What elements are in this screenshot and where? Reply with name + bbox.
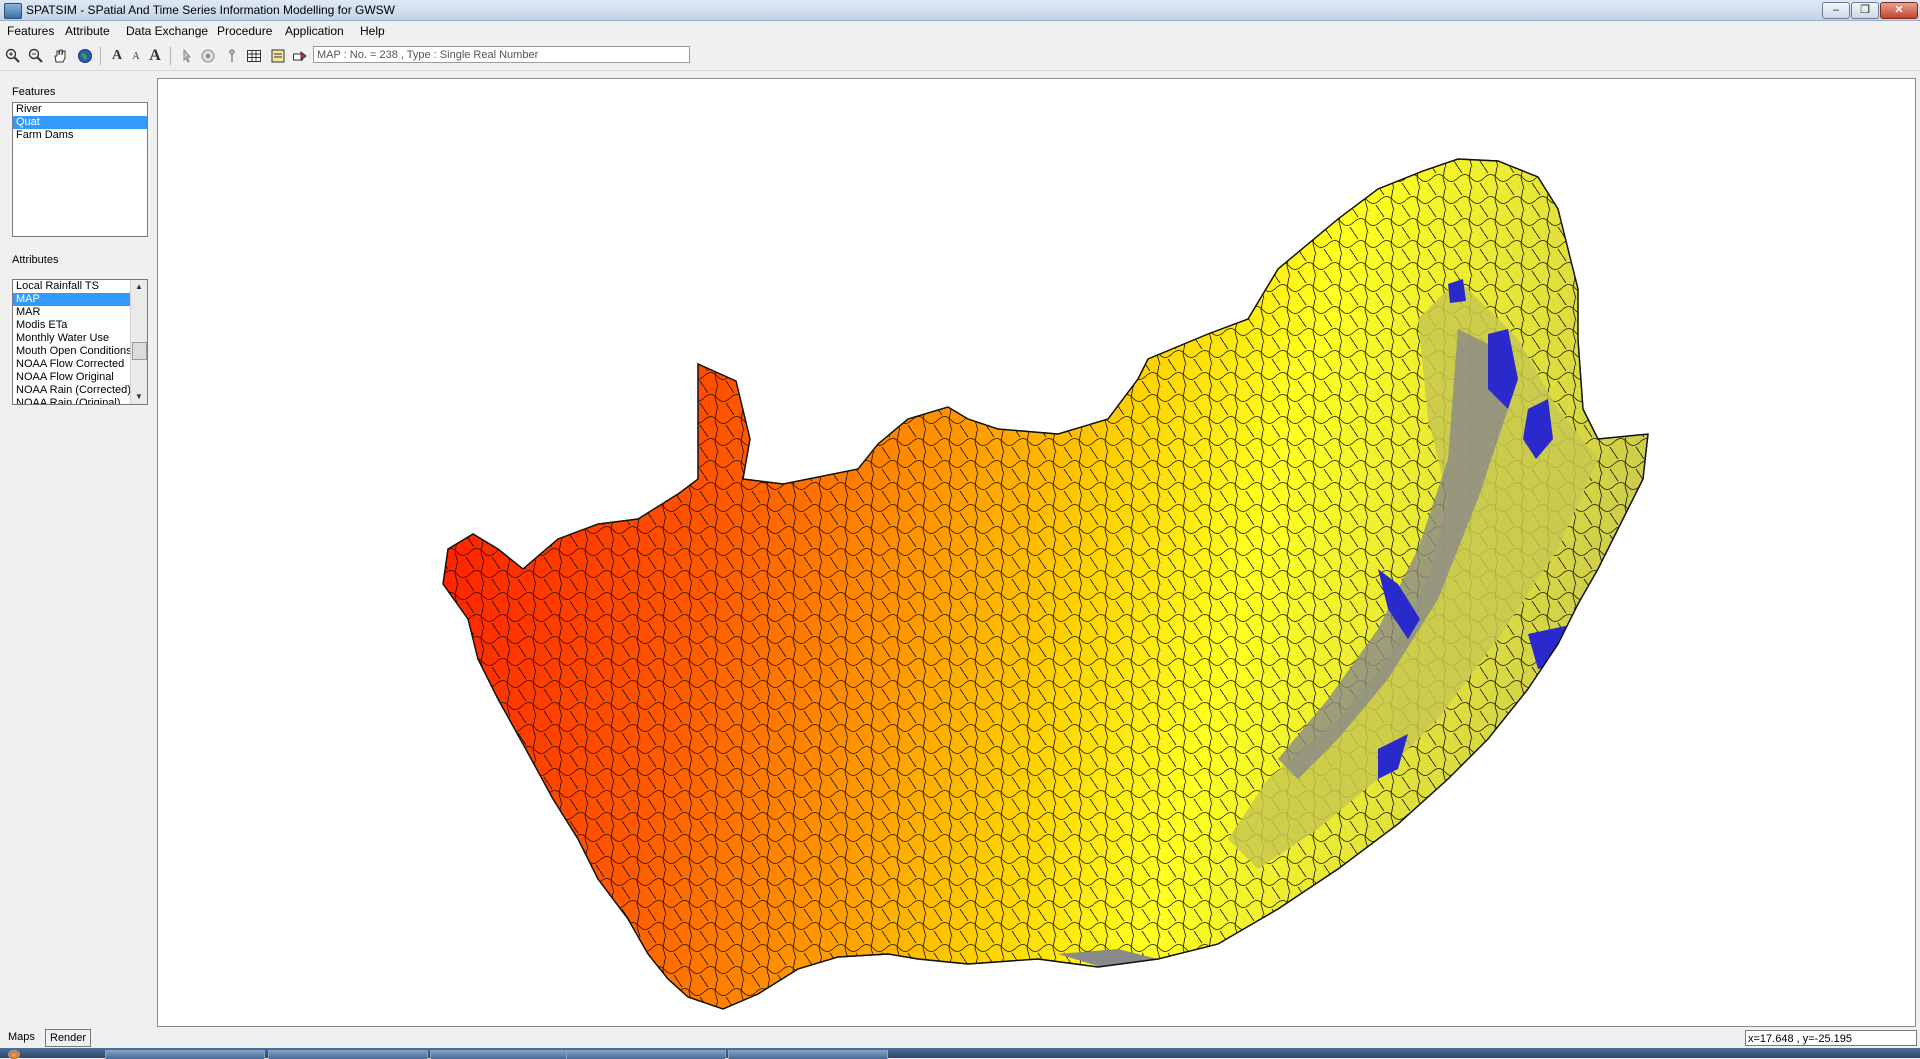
list-item[interactable]: Farm Dams <box>13 129 147 142</box>
restore-button[interactable]: ❐ <box>1851 2 1879 19</box>
list-item[interactable]: MAP <box>13 293 132 306</box>
tab-maps[interactable]: Maps <box>4 1029 39 1045</box>
font-small-icon[interactable]: A <box>126 46 146 66</box>
app-icon <box>4 3 22 19</box>
list-item[interactable]: Quat <box>13 116 147 129</box>
toolbar-separator <box>100 47 101 65</box>
menu-attribute[interactable]: Attribute <box>65 24 110 38</box>
pan-hand-icon[interactable] <box>50 46 70 66</box>
attributes-scrollbar[interactable]: ▲ ▼ <box>130 280 147 404</box>
menu-procedure[interactable]: Procedure <box>217 24 272 38</box>
attribute-status-field: MAP : No. = 238 , Type : Single Real Num… <box>313 46 690 63</box>
list-item[interactable]: Modis ETa <box>13 319 132 332</box>
menu-help[interactable]: Help <box>360 24 385 38</box>
attributes-label: Attributes <box>12 254 59 266</box>
list-item[interactable]: Local Rainfall TS <box>13 280 132 293</box>
menu-features[interactable]: Features <box>7 24 54 38</box>
features-list[interactable]: River Quat Farm Dams <box>12 102 148 237</box>
features-label: Features <box>12 86 56 98</box>
list-item[interactable]: MAR <box>13 306 132 319</box>
list-item[interactable]: NOAA Flow Original <box>13 371 132 384</box>
pin-icon[interactable] <box>222 46 242 66</box>
window-title: SPATSIM - SPatial And Time Series Inform… <box>26 3 396 17</box>
title-bar: SPATSIM - SPatial And Time Series Inform… <box>0 0 1920 21</box>
list-item[interactable]: River <box>13 103 147 116</box>
list-item[interactable]: NOAA Rain (Original) <box>13 397 132 404</box>
table-icon[interactable] <box>244 46 264 66</box>
font-large-icon[interactable]: A <box>107 46 127 66</box>
globe-icon[interactable] <box>75 46 95 66</box>
quaternary-catchments <box>443 159 1648 1009</box>
catchment-map[interactable] <box>158 79 1915 1026</box>
attributes-list[interactable]: Local Rainfall TS MAP MAR Modis ETa Mont… <box>12 279 148 405</box>
font-bold-icon[interactable]: A <box>145 46 165 66</box>
menu-application[interactable]: Application <box>285 24 344 38</box>
tab-render[interactable]: Render <box>45 1029 92 1047</box>
toolbar-separator <box>170 47 171 65</box>
toolbar: A A A <box>0 42 1920 71</box>
high-rainfall-patch <box>610 929 638 974</box>
identify-icon[interactable] <box>198 46 218 66</box>
zoom-in-icon[interactable] <box>3 46 23 66</box>
list-item[interactable]: NOAA Flow Corrected <box>13 358 132 371</box>
high-rainfall-patch <box>1578 194 1600 224</box>
coordinate-readout: x=17.648 , y=-25.195 <box>1745 1030 1917 1046</box>
list-item[interactable]: Mouth Open Conditions <box>13 345 132 358</box>
scroll-up-icon[interactable]: ▲ <box>131 280 147 294</box>
properties-icon[interactable] <box>268 46 288 66</box>
pointer-icon[interactable] <box>177 46 197 66</box>
scroll-thumb[interactable] <box>132 342 147 360</box>
close-button[interactable]: ✕ <box>1880 2 1918 19</box>
list-item[interactable]: NOAA Rain (Corrected) <box>13 384 132 397</box>
scroll-down-icon[interactable]: ▼ <box>131 390 147 404</box>
high-rainfall-patch <box>1418 819 1458 859</box>
map-canvas[interactable] <box>157 78 1916 1027</box>
list-item[interactable]: Monthly Water Use <box>13 332 132 345</box>
menu-bar: Features Attribute Data Exchange Procedu… <box>0 21 1920 41</box>
zoom-out-icon[interactable] <box>26 46 46 66</box>
export-icon[interactable] <box>290 46 310 66</box>
menu-data-exchange[interactable]: Data Exchange <box>126 24 208 38</box>
minimize-button[interactable]: – <box>1822 2 1850 19</box>
